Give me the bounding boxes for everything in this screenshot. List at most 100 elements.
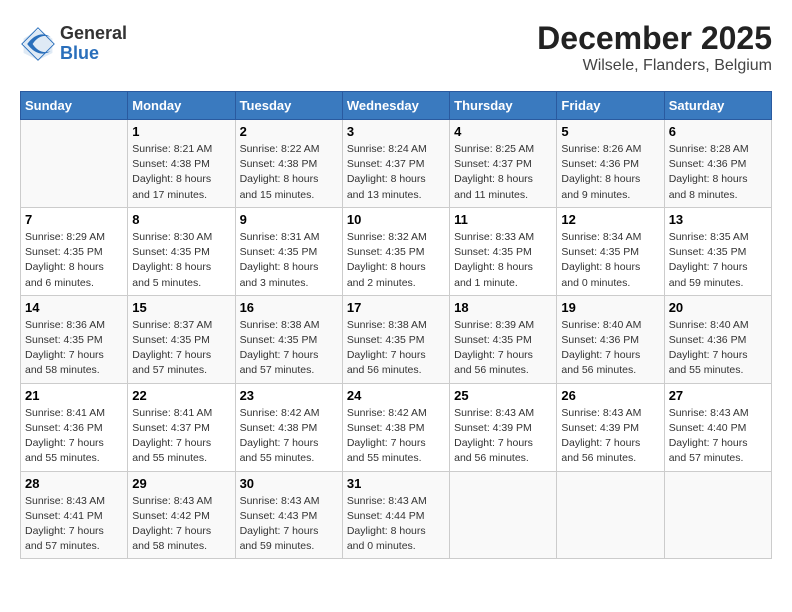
day-number: 8 (132, 212, 230, 227)
calendar-week-4: 21 Sunrise: 8:41 AM Sunset: 4:36 PM Dayli… (21, 383, 772, 471)
day-number: 5 (561, 124, 659, 139)
calendar-cell: 10Sunrise: 8:32 AM Sunset: 4:35 PM Dayli… (342, 207, 449, 295)
day-info: Sunrise: 8:30 AM Sunset: 4:35 PM Dayligh… (132, 230, 230, 291)
day-number: 31 (347, 476, 445, 491)
calendar-cell: 28 Sunrise: 8:43 AM Sunset: 4:41 PM Dayli… (21, 471, 128, 559)
day-number: 22 (132, 388, 230, 403)
day-info: Sunrise: 8:43 AM Sunset: 4:44 PM Dayligh… (347, 494, 445, 555)
calendar-cell: 16Sunrise: 8:38 AM Sunset: 4:35 PM Dayli… (235, 295, 342, 383)
day-number: 4 (454, 124, 552, 139)
calendar-cell: 6 Sunrise: 8:28 AM Sunset: 4:36 PM Daylig… (664, 120, 771, 208)
calendar-cell: 27 Sunrise: 8:43 AM Sunset: 4:40 PM Dayli… (664, 383, 771, 471)
day-number: 24 (347, 388, 445, 403)
day-number: 7 (25, 212, 123, 227)
day-info: Sunrise: 8:28 AM Sunset: 4:36 PM Dayligh… (669, 142, 767, 203)
day-info: Sunrise: 8:35 AM Sunset: 4:35 PM Dayligh… (669, 230, 767, 291)
day-number: 25 (454, 388, 552, 403)
day-number: 14 (25, 300, 123, 315)
day-info: Sunrise: 8:41 AM Sunset: 4:36 PM Dayligh… (25, 406, 123, 467)
day-number: 28 (25, 476, 123, 491)
day-number: 15 (132, 300, 230, 315)
day-number: 29 (132, 476, 230, 491)
day-info: Sunrise: 8:37 AM Sunset: 4:35 PM Dayligh… (132, 318, 230, 379)
calendar-week-3: 14 Sunrise: 8:36 AM Sunset: 4:35 PM Dayli… (21, 295, 772, 383)
calendar-cell: 15 Sunrise: 8:37 AM Sunset: 4:35 PM Dayli… (128, 295, 235, 383)
header-wednesday: Wednesday (342, 92, 449, 120)
calendar-cell: 19 Sunrise: 8:40 AM Sunset: 4:36 PM Dayli… (557, 295, 664, 383)
day-info: Sunrise: 8:34 AM Sunset: 4:35 PM Dayligh… (561, 230, 659, 291)
day-number: 23 (240, 388, 338, 403)
day-number: 18 (454, 300, 552, 315)
day-number: 27 (669, 388, 767, 403)
day-number: 11 (454, 212, 552, 227)
calendar-cell: 31 Sunrise: 8:43 AM Sunset: 4:44 PM Dayli… (342, 471, 449, 559)
header-sunday: Sunday (21, 92, 128, 120)
day-number: 30 (240, 476, 338, 491)
day-number: 13 (669, 212, 767, 227)
day-info: Sunrise: 8:43 AM Sunset: 4:39 PM Dayligh… (454, 406, 552, 467)
day-number: 17 (347, 300, 445, 315)
calendar-cell: 7 Sunrise: 8:29 AM Sunset: 4:35 PM Daylig… (21, 207, 128, 295)
day-info: Sunrise: 8:43 AM Sunset: 4:43 PM Dayligh… (240, 494, 338, 555)
calendar-cell: 1Sunrise: 8:21 AM Sunset: 4:38 PM Daylig… (128, 120, 235, 208)
day-info: Sunrise: 8:42 AM Sunset: 4:38 PM Dayligh… (240, 406, 338, 467)
logo-text: General Blue (60, 24, 127, 64)
calendar-header-row: SundayMondayTuesdayWednesdayThursdayFrid… (21, 92, 772, 120)
calendar-cell: 11Sunrise: 8:33 AM Sunset: 4:35 PM Dayli… (450, 207, 557, 295)
day-number: 2 (240, 124, 338, 139)
day-number: 20 (669, 300, 767, 315)
title-area: December 2025 Wilsele, Flanders, Belgium (537, 20, 772, 75)
calendar-week-2: 7 Sunrise: 8:29 AM Sunset: 4:35 PM Daylig… (21, 207, 772, 295)
day-info: Sunrise: 8:26 AM Sunset: 4:36 PM Dayligh… (561, 142, 659, 203)
calendar-title: December 2025 (537, 20, 772, 57)
calendar-cell (664, 471, 771, 559)
calendar-cell: 26 Sunrise: 8:43 AM Sunset: 4:39 PM Dayli… (557, 383, 664, 471)
calendar-cell: 14 Sunrise: 8:36 AM Sunset: 4:35 PM Dayli… (21, 295, 128, 383)
calendar-cell: 20 Sunrise: 8:40 AM Sunset: 4:36 PM Dayli… (664, 295, 771, 383)
header-monday: Monday (128, 92, 235, 120)
day-number: 26 (561, 388, 659, 403)
calendar-cell (450, 471, 557, 559)
calendar-cell: 18 Sunrise: 8:39 AM Sunset: 4:35 PM Dayli… (450, 295, 557, 383)
day-info: Sunrise: 8:32 AM Sunset: 4:35 PM Dayligh… (347, 230, 445, 291)
day-info: Sunrise: 8:43 AM Sunset: 4:39 PM Dayligh… (561, 406, 659, 467)
day-info: Sunrise: 8:43 AM Sunset: 4:42 PM Dayligh… (132, 494, 230, 555)
day-info: Sunrise: 8:40 AM Sunset: 4:36 PM Dayligh… (561, 318, 659, 379)
day-info: Sunrise: 8:38 AM Sunset: 4:35 PM Dayligh… (240, 318, 338, 379)
calendar-cell: 13 Sunrise: 8:35 AM Sunset: 4:35 PM Dayli… (664, 207, 771, 295)
header-thursday: Thursday (450, 92, 557, 120)
day-number: 12 (561, 212, 659, 227)
header: General Blue December 2025 Wilsele, Flan… (20, 20, 772, 75)
calendar-table: SundayMondayTuesdayWednesdayThursdayFrid… (20, 91, 772, 559)
calendar-cell: 9Sunrise: 8:31 AM Sunset: 4:35 PM Daylig… (235, 207, 342, 295)
logo-blue: Blue (60, 44, 127, 64)
day-info: Sunrise: 8:42 AM Sunset: 4:38 PM Dayligh… (347, 406, 445, 467)
calendar-week-5: 28 Sunrise: 8:43 AM Sunset: 4:41 PM Dayli… (21, 471, 772, 559)
day-info: Sunrise: 8:24 AM Sunset: 4:37 PM Dayligh… (347, 142, 445, 203)
day-info: Sunrise: 8:25 AM Sunset: 4:37 PM Dayligh… (454, 142, 552, 203)
calendar-cell: 8 Sunrise: 8:30 AM Sunset: 4:35 PM Daylig… (128, 207, 235, 295)
calendar-cell: 29 Sunrise: 8:43 AM Sunset: 4:42 PM Dayli… (128, 471, 235, 559)
calendar-cell: 25 Sunrise: 8:43 AM Sunset: 4:39 PM Dayli… (450, 383, 557, 471)
calendar-cell: 22Sunrise: 8:41 AM Sunset: 4:37 PM Dayli… (128, 383, 235, 471)
day-info: Sunrise: 8:43 AM Sunset: 4:41 PM Dayligh… (25, 494, 123, 555)
logo-general: General (60, 24, 127, 44)
day-info: Sunrise: 8:43 AM Sunset: 4:40 PM Dayligh… (669, 406, 767, 467)
calendar-cell: 30 Sunrise: 8:43 AM Sunset: 4:43 PM Dayli… (235, 471, 342, 559)
day-number: 9 (240, 212, 338, 227)
day-number: 6 (669, 124, 767, 139)
calendar-cell: 4 Sunrise: 8:25 AM Sunset: 4:37 PM Daylig… (450, 120, 557, 208)
day-info: Sunrise: 8:40 AM Sunset: 4:36 PM Dayligh… (669, 318, 767, 379)
calendar-cell (21, 120, 128, 208)
day-number: 21 (25, 388, 123, 403)
calendar-cell (557, 471, 664, 559)
day-info: Sunrise: 8:39 AM Sunset: 4:35 PM Dayligh… (454, 318, 552, 379)
calendar-cell: 3Sunrise: 8:24 AM Sunset: 4:37 PM Daylig… (342, 120, 449, 208)
day-number: 19 (561, 300, 659, 315)
day-info: Sunrise: 8:36 AM Sunset: 4:35 PM Dayligh… (25, 318, 123, 379)
calendar-week-1: 1Sunrise: 8:21 AM Sunset: 4:38 PM Daylig… (21, 120, 772, 208)
day-info: Sunrise: 8:29 AM Sunset: 4:35 PM Dayligh… (25, 230, 123, 291)
calendar-subtitle: Wilsele, Flanders, Belgium (537, 57, 772, 75)
header-saturday: Saturday (664, 92, 771, 120)
calendar-cell: 2Sunrise: 8:22 AM Sunset: 4:38 PM Daylig… (235, 120, 342, 208)
